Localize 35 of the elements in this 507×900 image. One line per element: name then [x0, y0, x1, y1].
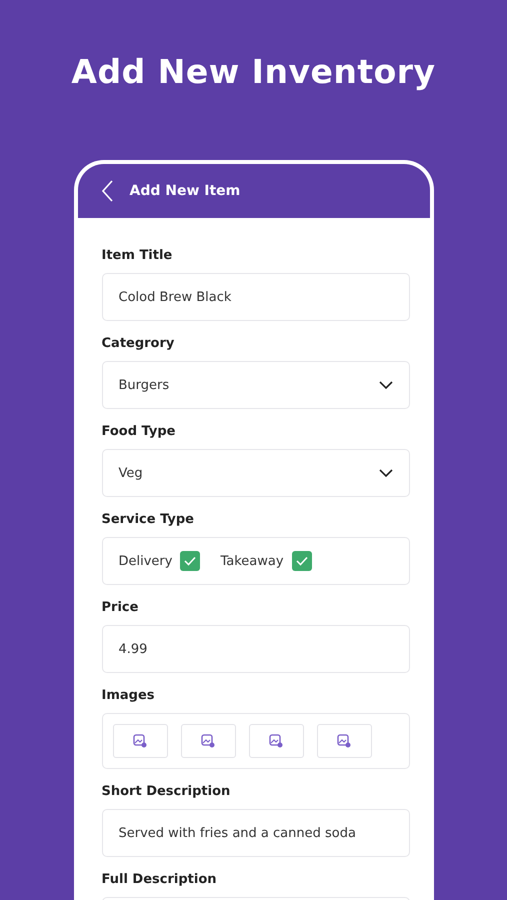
checkbox[interactable] [292, 551, 312, 571]
image-icon [337, 734, 351, 748]
header-title: Add New Item [130, 183, 240, 199]
field-value: Colod Brew Black [118, 290, 232, 304]
checkbox-label: Delivery [118, 554, 172, 568]
input-field[interactable]: 4.99 [102, 625, 410, 673]
field-value: 4.99 [118, 642, 148, 656]
input-field[interactable]: Colod Brew Black [102, 273, 410, 321]
field-label: Images [102, 688, 156, 705]
check-icon [184, 556, 196, 566]
field-label: Food Type [102, 424, 176, 441]
image-upload-button[interactable] [248, 724, 304, 758]
field-label: Item Title [102, 248, 174, 265]
image-upload-button[interactable] [316, 724, 372, 758]
back-icon[interactable] [102, 180, 114, 202]
dropdown-field[interactable]: Veg [102, 449, 410, 497]
chevron-down-icon [378, 469, 392, 477]
checkbox-label: Takeaway [220, 554, 284, 568]
check-icon [296, 556, 308, 566]
field-label: Short Description [102, 784, 232, 801]
image-icon [269, 734, 283, 748]
image-upload-button[interactable] [180, 724, 236, 758]
field-label: Service Type [102, 512, 195, 529]
dropdown-field[interactable]: Burgers [102, 361, 410, 409]
field-label: Price [102, 600, 140, 617]
image-icon [133, 734, 147, 748]
image-upload-button[interactable] [112, 724, 168, 758]
checkbox[interactable] [180, 551, 200, 571]
input-field[interactable]: Served with fries and a canned soda [102, 809, 410, 857]
image-icon [201, 734, 215, 748]
field-label: Full Description [102, 872, 218, 889]
field-value: Served with fries and a canned soda [118, 826, 356, 840]
field-label: Categrory [102, 336, 176, 353]
page-headline: Add New Inventory [71, 52, 436, 93]
chevron-down-icon [378, 381, 392, 389]
